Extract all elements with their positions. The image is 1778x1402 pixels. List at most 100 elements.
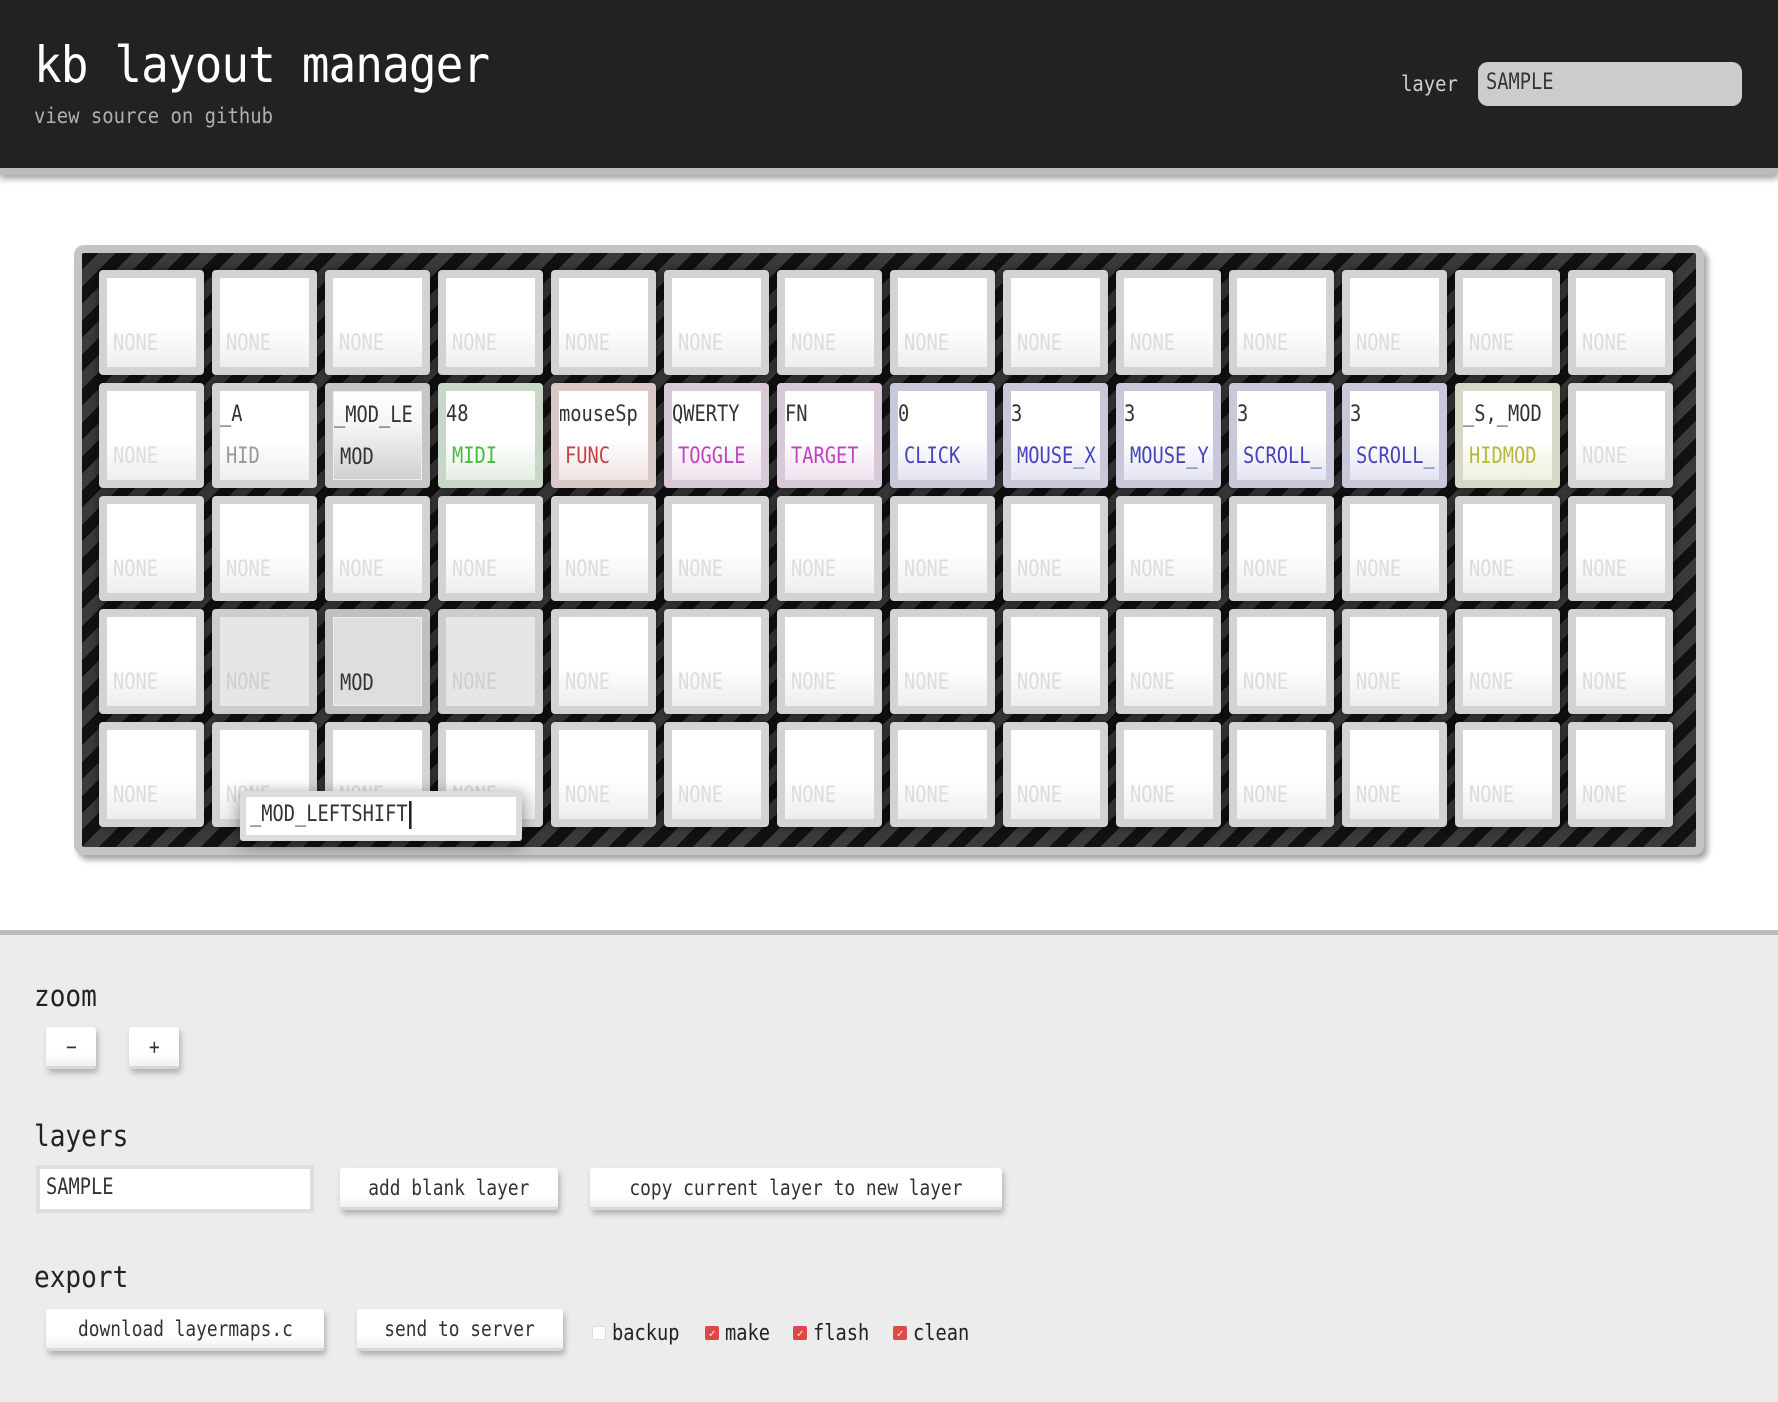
send-to-server-button[interactable]: send to server — [357, 1309, 563, 1351]
key-r4-c11[interactable]: NONE — [1342, 722, 1447, 827]
key-r3-c6[interactable]: NONE — [777, 609, 882, 714]
key-r2-c11[interactable]: NONE — [1342, 496, 1447, 601]
key-r2-c10[interactable]: NONE — [1229, 496, 1334, 601]
key-r3-c0[interactable]: NONE — [99, 609, 204, 714]
key-r3-c5[interactable]: NONE — [664, 609, 769, 714]
key-r3-c9[interactable]: NONE — [1116, 609, 1221, 714]
checkbox-icon[interactable]: ✓ — [793, 1326, 807, 1340]
key-r0-c11[interactable]: NONE — [1342, 270, 1447, 375]
key-r0-c5[interactable]: NONE — [664, 270, 769, 375]
clean-checkbox[interactable]: ✓ clean — [893, 1321, 979, 1346]
key-r4-c12[interactable]: NONE — [1455, 722, 1560, 827]
key-r0-c7[interactable]: NONE — [890, 270, 995, 375]
key-r4-c7[interactable]: NONE — [890, 722, 995, 827]
key-r2-c2[interactable]: NONE — [325, 496, 430, 601]
key-r0-c4[interactable]: NONE — [551, 270, 656, 375]
key-r3-c3[interactable]: NONE — [438, 609, 543, 714]
key-r1-c0[interactable]: NONE — [99, 383, 204, 488]
layer-name-input[interactable]: SAMPLE — [36, 1165, 314, 1213]
key-r0-c1[interactable]: NONE — [212, 270, 317, 375]
key-r1-c1[interactable]: _A HID — [212, 383, 317, 488]
key-face: NONE — [1011, 730, 1100, 819]
key-r1-c7[interactable]: 0 CLICK — [890, 383, 995, 488]
key-r1-c8[interactable]: 3 MOUSE_X — [1003, 383, 1108, 488]
key-r2-c8[interactable]: NONE — [1003, 496, 1108, 601]
key-r0-c13[interactable]: NONE — [1568, 270, 1673, 375]
github-link[interactable]: view source on github — [34, 104, 273, 128]
key-r3-c4[interactable]: NONE — [551, 609, 656, 714]
key-r3-c1[interactable]: NONE — [212, 609, 317, 714]
checkbox-icon[interactable]: ✓ — [893, 1326, 907, 1340]
key-type: NONE — [1243, 783, 1289, 808]
key-r0-c8[interactable]: NONE — [1003, 270, 1108, 375]
layer-select[interactable]: SAMPLE — [1478, 62, 1742, 106]
key-value-input[interactable]: _MOD_LEFTSHIFT — [246, 797, 516, 835]
copy-layer-button[interactable]: copy current layer to new layer — [590, 1168, 1002, 1210]
key-r2-c1[interactable]: NONE — [212, 496, 317, 601]
key-r3-c11[interactable]: NONE — [1342, 609, 1447, 714]
key-face: NONE — [1124, 504, 1213, 593]
key-r1-c3[interactable]: 48 MIDI — [438, 383, 543, 488]
key-r4-c13[interactable]: NONE — [1568, 722, 1673, 827]
key-type: NONE — [565, 670, 611, 695]
key-type: NONE — [791, 331, 837, 356]
checkbox-icon[interactable] — [592, 1326, 606, 1340]
export-title: export — [34, 1260, 129, 1294]
key-r1-c9[interactable]: 3 MOUSE_Y — [1116, 383, 1221, 488]
key-r1-c13[interactable]: NONE — [1568, 383, 1673, 488]
checkbox-icon[interactable]: ✓ — [705, 1326, 719, 1340]
key-r1-c5[interactable]: QWERTY TOGGLE — [664, 383, 769, 488]
key-r4-c9[interactable]: NONE — [1116, 722, 1221, 827]
key-r2-c3[interactable]: NONE — [438, 496, 543, 601]
key-r1-c11[interactable]: 3 SCROLL_ — [1342, 383, 1447, 488]
key-r2-c5[interactable]: NONE — [664, 496, 769, 601]
key-r3-c12[interactable]: NONE — [1455, 609, 1560, 714]
key-r0-c9[interactable]: NONE — [1116, 270, 1221, 375]
key-r2-c6[interactable]: NONE — [777, 496, 882, 601]
key-r3-c8[interactable]: NONE — [1003, 609, 1108, 714]
add-blank-layer-button[interactable]: add blank layer — [340, 1168, 558, 1210]
key-r4-c0[interactable]: NONE — [99, 722, 204, 827]
key-r4-c5[interactable]: NONE — [664, 722, 769, 827]
key-r3-c7[interactable]: NONE — [890, 609, 995, 714]
add-blank-layer-label: add blank layer — [368, 1176, 530, 1200]
key-r3-c10[interactable]: NONE — [1229, 609, 1334, 714]
key-face: NONE — [333, 504, 422, 593]
key-r0-c2[interactable]: NONE — [325, 270, 430, 375]
key-r0-c3[interactable]: NONE — [438, 270, 543, 375]
key-type: NONE — [565, 783, 611, 808]
key-r1-c6[interactable]: FN TARGET — [777, 383, 882, 488]
key-r4-c6[interactable]: NONE — [777, 722, 882, 827]
key-r2-c4[interactable]: NONE — [551, 496, 656, 601]
key-r1-c2[interactable]: _MOD_LE MOD — [325, 383, 430, 488]
key-r0-c10[interactable]: NONE — [1229, 270, 1334, 375]
key-r2-c13[interactable]: NONE — [1568, 496, 1673, 601]
key-r2-c7[interactable]: NONE — [890, 496, 995, 601]
zoom-in-button[interactable]: + — [129, 1027, 179, 1069]
key-r2-c9[interactable]: NONE — [1116, 496, 1221, 601]
key-r0-c0[interactable]: NONE — [99, 270, 204, 375]
flash-checkbox[interactable]: ✓ flash — [793, 1321, 879, 1346]
key-r1-c12[interactable]: _S,_MOD HIDMOD — [1455, 383, 1560, 488]
key-type: NONE — [226, 331, 272, 356]
key-r4-c10[interactable]: NONE — [1229, 722, 1334, 827]
layer-name-value: SAMPLE — [46, 1175, 114, 1200]
key-type: NONE — [1243, 670, 1289, 695]
key-value-editor[interactable]: _MOD_LEFTSHIFT — [240, 791, 522, 841]
key-type: NONE — [1469, 783, 1515, 808]
key-r3-c2[interactable]: MOD — [325, 609, 430, 714]
key-r2-c0[interactable]: NONE — [99, 496, 204, 601]
key-r4-c4[interactable]: NONE — [551, 722, 656, 827]
key-r4-c8[interactable]: NONE — [1003, 722, 1108, 827]
make-checkbox[interactable]: ✓ make — [705, 1321, 778, 1346]
key-type: NONE — [1582, 557, 1628, 582]
key-r1-c10[interactable]: 3 SCROLL_ — [1229, 383, 1334, 488]
zoom-out-button[interactable]: − — [46, 1027, 96, 1069]
key-r2-c12[interactable]: NONE — [1455, 496, 1560, 601]
key-r0-c12[interactable]: NONE — [1455, 270, 1560, 375]
backup-checkbox[interactable]: backup — [592, 1321, 691, 1346]
key-r3-c13[interactable]: NONE — [1568, 609, 1673, 714]
key-r1-c4[interactable]: mouseSp FUNC — [551, 383, 656, 488]
key-r0-c6[interactable]: NONE — [777, 270, 882, 375]
download-button[interactable]: download layermaps.c — [46, 1309, 324, 1351]
